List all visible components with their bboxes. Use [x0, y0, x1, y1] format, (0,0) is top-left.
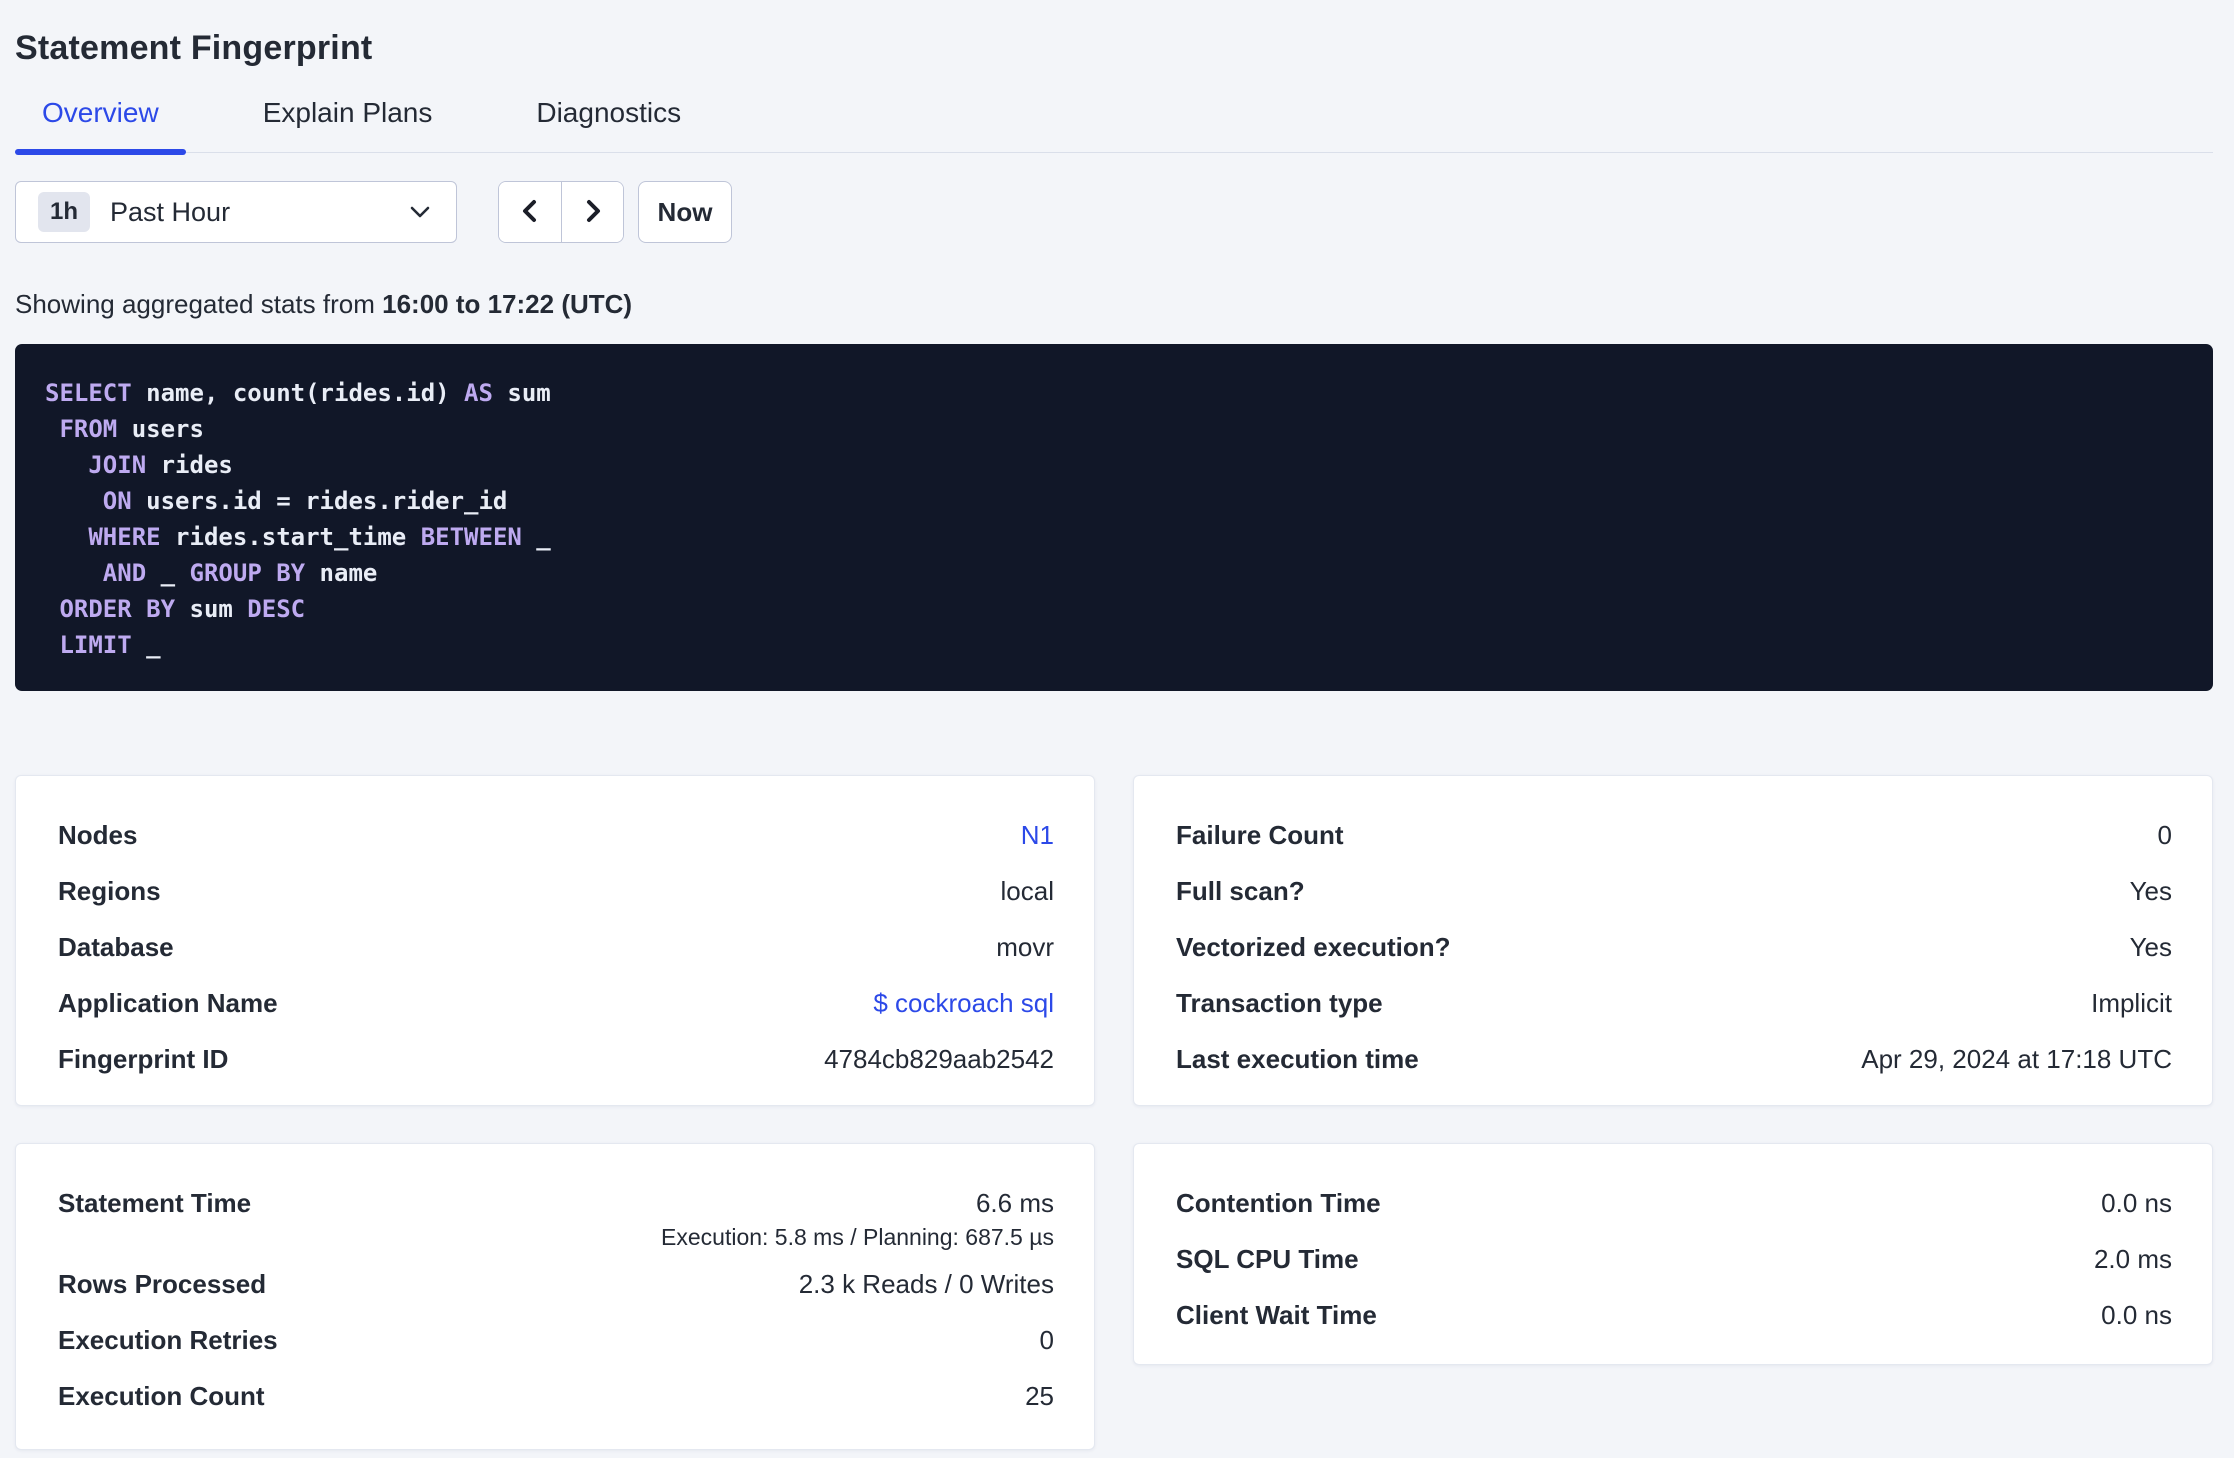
stat-label: Last execution time — [1176, 1044, 1419, 1074]
stat-subvalue: Execution: 5.8 ms / Planning: 687.5 µs — [661, 1224, 1054, 1250]
stats-cards-grid: Nodes N1 Regions local Database movr Applicati… — [15, 775, 2213, 1450]
now-button[interactable]: Now — [638, 181, 732, 243]
tab-explain-plans[interactable]: Explain Plans — [236, 96, 460, 152]
chevron-right-icon — [580, 196, 606, 229]
stat-row: Nodes N1 — [58, 820, 1054, 850]
tab-bar: Overview Explain Plans Diagnostics — [15, 96, 2213, 155]
stat-label: Client Wait Time — [1176, 1300, 1377, 1330]
stat-value: Yes — [2129, 932, 2172, 962]
prev-range-button[interactable] — [499, 182, 561, 242]
page-title: Statement Fingerprint — [15, 29, 373, 67]
stat-label: Failure Count — [1176, 820, 1344, 850]
stat-row: Client Wait Time 0.0 ns — [1176, 1300, 2172, 1330]
stats-line-range: 16:00 to 17:22 (UTC) — [382, 289, 633, 319]
stat-value: local — [1000, 876, 1054, 906]
sql-line: JOIN rides — [88, 451, 233, 479]
stat-label: Execution Count — [58, 1381, 265, 1411]
stat-label: SQL CPU Time — [1176, 1244, 1359, 1274]
stat-value: Yes — [2129, 876, 2172, 906]
stat-row: Database movr — [58, 932, 1054, 962]
stat-row: Fingerprint ID 4784cb829aab2542 — [58, 1044, 1054, 1074]
stat-value: movr — [996, 932, 1054, 962]
stat-label: Contention Time — [1176, 1188, 1381, 1218]
stat-row: SQL CPU Time 2.0 ms — [1176, 1244, 2172, 1274]
stat-label: Statement Time — [58, 1188, 252, 1218]
sql-statement: SELECT name, count(rides.id) AS sum FROM… — [15, 344, 2213, 691]
stat-label: Application Name — [58, 988, 278, 1018]
stat-label: Regions — [58, 876, 161, 906]
aggregated-stats-line: Showing aggregated stats from 16:00 to 1… — [15, 288, 2213, 320]
stat-row: Rows Processed 2.3 k Reads / 0 Writes — [58, 1269, 1054, 1299]
sql-line: SELECT name, count(rides.id) AS sum — [45, 379, 551, 407]
stat-value: 25 — [1025, 1381, 1054, 1411]
stat-row: Transaction type Implicit — [1176, 988, 2172, 1018]
stat-row: Statement Time 6.6 ms Execution: 5.8 ms / … — [58, 1188, 1054, 1251]
card-statement-overview: Nodes N1 Regions local Database movr Applicati… — [15, 775, 1095, 1106]
stats-line-prefix: Showing aggregated stats from — [15, 289, 383, 319]
stat-row: Execution Count 25 — [58, 1381, 1054, 1411]
sql-line: WHERE rides.start_time BETWEEN _ — [88, 523, 551, 551]
next-range-button[interactable] — [561, 182, 623, 242]
stat-row: Contention Time 0.0 ns — [1176, 1188, 2172, 1218]
stat-row: Regions local — [58, 876, 1054, 906]
toolbar: 1h Past Hour Now — [15, 181, 2213, 243]
sql-line: ON users.id = rides.rider_id — [102, 487, 508, 515]
stat-value: 0 — [2157, 820, 2172, 850]
stat-value: 0 — [1039, 1325, 1054, 1355]
tab-overview[interactable]: Overview — [15, 96, 186, 155]
card-execution-attributes: Failure Count 0 Full scan? Yes Vectorized ex… — [1133, 775, 2213, 1106]
stat-label: Execution Retries — [58, 1325, 278, 1355]
stat-label: Database — [58, 932, 174, 962]
stat-value: 2.3 k Reads / 0 Writes — [798, 1269, 1054, 1299]
time-range-pager — [498, 181, 624, 243]
chevron-down-icon — [408, 204, 432, 220]
stat-row: Last execution time Apr 29, 2024 at 17:18… — [1176, 1044, 2172, 1074]
stat-row: Failure Count 0 — [1176, 820, 2172, 850]
stat-value: 6.6 ms — [975, 1188, 1054, 1218]
stat-row: Full scan? Yes — [1176, 876, 2172, 906]
stat-value: 4784cb829aab2542 — [824, 1044, 1054, 1074]
stat-value: Apr 29, 2024 at 17:18 UTC — [1861, 1044, 2172, 1074]
tab-diagnostics[interactable]: Diagnostics — [509, 96, 708, 152]
stat-value: 2.0 ms — [2093, 1244, 2172, 1274]
sql-line: LIMIT _ — [59, 631, 161, 659]
stat-value: Implicit — [2091, 988, 2172, 1018]
stat-value: 0.0 ns — [2101, 1188, 2172, 1218]
card-wait-times: Contention Time 0.0 ns SQL CPU Time 2.0 ms C… — [1133, 1143, 2213, 1365]
time-range-label: Past Hour — [110, 196, 231, 227]
stat-row: Execution Retries 0 — [58, 1325, 1054, 1355]
stat-value-link[interactable]: $ cockroach sql — [873, 988, 1054, 1018]
time-range-badge: 1h — [38, 192, 91, 232]
stat-label: Transaction type — [1176, 988, 1383, 1018]
stat-value: 0.0 ns — [2101, 1300, 2172, 1330]
statement-fingerprint-page: Statement Fingerprint Overview Explain Pl… — [0, 0, 2234, 1450]
sql-line: FROM users — [59, 415, 204, 443]
stat-row: Application Name $ cockroach sql — [58, 988, 1054, 1018]
sql-line: ORDER BY sum DESC — [59, 595, 306, 623]
card-statement-timing: Statement Time 6.6 ms Execution: 5.8 ms / … — [15, 1143, 1095, 1450]
stat-label: Nodes — [58, 820, 138, 850]
sql-line: AND _ GROUP BY name — [102, 559, 378, 587]
time-range-picker[interactable]: 1h Past Hour — [15, 181, 457, 243]
chevron-left-icon — [517, 196, 543, 229]
stat-row: Vectorized execution? Yes — [1176, 932, 2172, 962]
stat-label: Full scan? — [1176, 876, 1305, 906]
stat-label: Vectorized execution? — [1176, 932, 1451, 962]
stat-value-link[interactable]: N1 — [1021, 820, 1054, 850]
stat-label: Rows Processed — [58, 1269, 267, 1299]
stat-label: Fingerprint ID — [58, 1044, 229, 1074]
